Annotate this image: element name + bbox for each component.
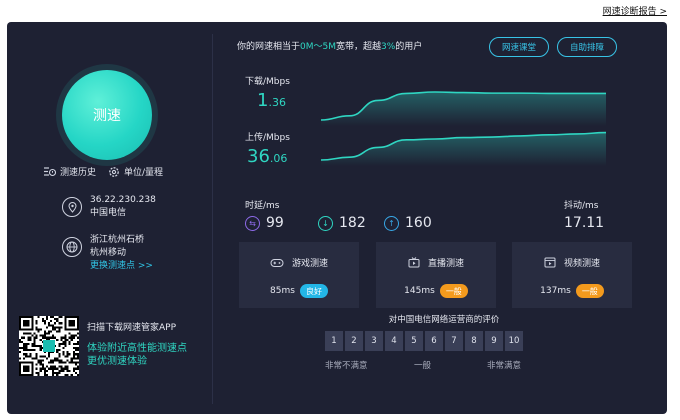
rating-option-4[interactable]: 4	[385, 331, 403, 351]
rating-option-5[interactable]: 5	[405, 331, 423, 351]
auto-troubleshoot-button[interactable]: 自助排障	[557, 37, 617, 57]
history-label: 测速历史	[60, 168, 97, 178]
client-info: 36.22.230.238 中国电信	[62, 194, 156, 220]
rating-option-9[interactable]: 9	[485, 331, 503, 351]
rating-low-label: 非常不满意	[325, 361, 368, 371]
upload-label: 上传/Mbps	[245, 133, 290, 143]
rating-option-1[interactable]: 1	[325, 331, 343, 351]
left-column: 测速 测速历史 单位/量程 36.22.230.238 中国电信 浙江杭州石桥 …	[7, 22, 207, 414]
column-divider	[212, 34, 213, 404]
rating-option-3[interactable]: 3	[365, 331, 383, 351]
card-title: 直播测速	[376, 256, 496, 269]
results-column: 你的网速相当于0M～5M宽带，超越3%的用户 网速课堂 自助排障 下载/Mbps…	[221, 22, 667, 414]
rating-option-10[interactable]: 10	[505, 331, 523, 351]
download-label: 下载/Mbps	[245, 77, 290, 87]
start-speedtest-button[interactable]: 测速	[62, 70, 152, 160]
card-value: 145ms	[404, 286, 435, 296]
rating-high-label: 非常满意	[487, 361, 522, 371]
summary-percent: 3%	[381, 42, 396, 52]
server-isp: 杭州移动	[90, 248, 127, 258]
summary-band: 0M～5M	[300, 42, 336, 52]
live-test-card[interactable]: 直播测速 145ms 一般	[376, 242, 496, 308]
app-promo: 扫描下载网速管家APP 体验附近高性能测速点 更优测速体验	[87, 320, 187, 368]
location-pin-icon	[62, 197, 82, 217]
promo-title: 扫描下载网速管家APP	[87, 323, 177, 333]
card-value: 85ms	[270, 286, 295, 296]
promo-line1: 体验附近高性能测速点	[87, 343, 187, 354]
card-result: 85ms 良好	[239, 284, 359, 298]
course-button[interactable]: 网速课堂	[489, 37, 549, 57]
history-button[interactable]: 测速历史	[43, 165, 96, 178]
rating-option-6[interactable]: 6	[425, 331, 443, 351]
rating-mid-label: 一般	[414, 361, 432, 371]
game-test-card[interactable]: 游戏测速 85ms 良好	[239, 242, 359, 308]
jitter-label: 抖动/ms	[564, 201, 599, 211]
rating-option-2[interactable]: 2	[345, 331, 363, 351]
client-ip: 36.22.230.238	[90, 195, 156, 205]
card-result: 145ms 一般	[376, 284, 496, 298]
status-badge: 良好	[299, 284, 328, 298]
qr-code-image	[19, 316, 79, 376]
status-badge: 一般	[575, 284, 604, 298]
diagnosis-report-link[interactable]: 网速诊断报告 >	[603, 4, 667, 17]
server-info: 浙江杭州石桥 杭州移动 更换测速点 >>	[62, 234, 153, 273]
tool-row: 测速历史 单位/量程	[43, 165, 163, 178]
card-title-text: 直播测速	[427, 259, 464, 269]
latency-down-value: 182	[339, 215, 366, 231]
upload-value: 36.06	[247, 146, 287, 167]
status-badge: 一般	[439, 284, 468, 298]
promo-line2: 更优测速体验	[87, 356, 147, 367]
change-server-link[interactable]: 更换测速点 >>	[90, 260, 153, 273]
rating-scale: 1 2 3 4 5 6 7 8 9 10	[325, 331, 523, 351]
card-title: 视频测速	[512, 256, 632, 269]
upload-dec: .06	[269, 152, 288, 165]
video-test-card[interactable]: 视频测速 137ms 一般	[512, 242, 632, 308]
gamepad-icon	[270, 258, 284, 267]
download-dec: .36	[268, 96, 286, 109]
summary-mid: 宽带，超越	[336, 42, 382, 52]
download-chart	[321, 91, 606, 126]
card-title-text: 游戏测速	[291, 259, 328, 269]
units-button[interactable]: 单位/量程	[108, 165, 163, 178]
live-tv-icon	[408, 257, 420, 268]
rating-title: 对中国电信网络运营商的评价	[388, 315, 500, 325]
card-title: 游戏测速	[239, 256, 359, 269]
latency-up: ↑ 160	[384, 215, 432, 231]
upload-chart	[321, 131, 606, 166]
latency-up-value: 160	[405, 215, 432, 231]
latency-avg: ⇆ 99	[245, 215, 284, 231]
download-value: 1.36	[257, 90, 286, 111]
rating-option-7[interactable]: 7	[445, 331, 463, 351]
rating-option-8[interactable]: 8	[465, 331, 483, 351]
download-int: 1	[257, 90, 269, 111]
card-result: 137ms 一般	[512, 284, 632, 298]
speedtest-panel: 测速 测速历史 单位/量程 36.22.230.238 中国电信 浙江杭州石桥 …	[7, 22, 667, 414]
arrow-up-icon: ↑	[384, 215, 399, 231]
latency-avg-value: 99	[266, 215, 284, 231]
latency-swap-icon: ⇆	[245, 215, 260, 231]
latency-label: 时延/ms	[245, 201, 280, 211]
speed-summary: 你的网速相当于0M～5M宽带，超越3%的用户	[237, 39, 422, 52]
latency-down: ↓ 182	[318, 215, 366, 231]
jitter-value: 17.11	[564, 215, 604, 231]
summary-prefix: 你的网速相当于	[237, 42, 301, 52]
card-title-text: 视频测速	[563, 259, 600, 269]
arrow-down-icon: ↓	[318, 215, 333, 231]
history-icon	[44, 167, 56, 177]
server-location: 浙江杭州石桥	[90, 235, 145, 245]
summary-suffix: 的用户	[395, 42, 423, 52]
video-icon	[544, 257, 556, 268]
gear-icon	[109, 166, 119, 177]
units-label: 单位/量程	[124, 168, 164, 178]
card-value: 137ms	[540, 286, 571, 296]
upload-int: 36	[247, 146, 270, 167]
client-isp: 中国电信	[90, 208, 127, 218]
globe-icon	[62, 237, 82, 257]
jitter-value-text: 17.11	[564, 215, 605, 231]
